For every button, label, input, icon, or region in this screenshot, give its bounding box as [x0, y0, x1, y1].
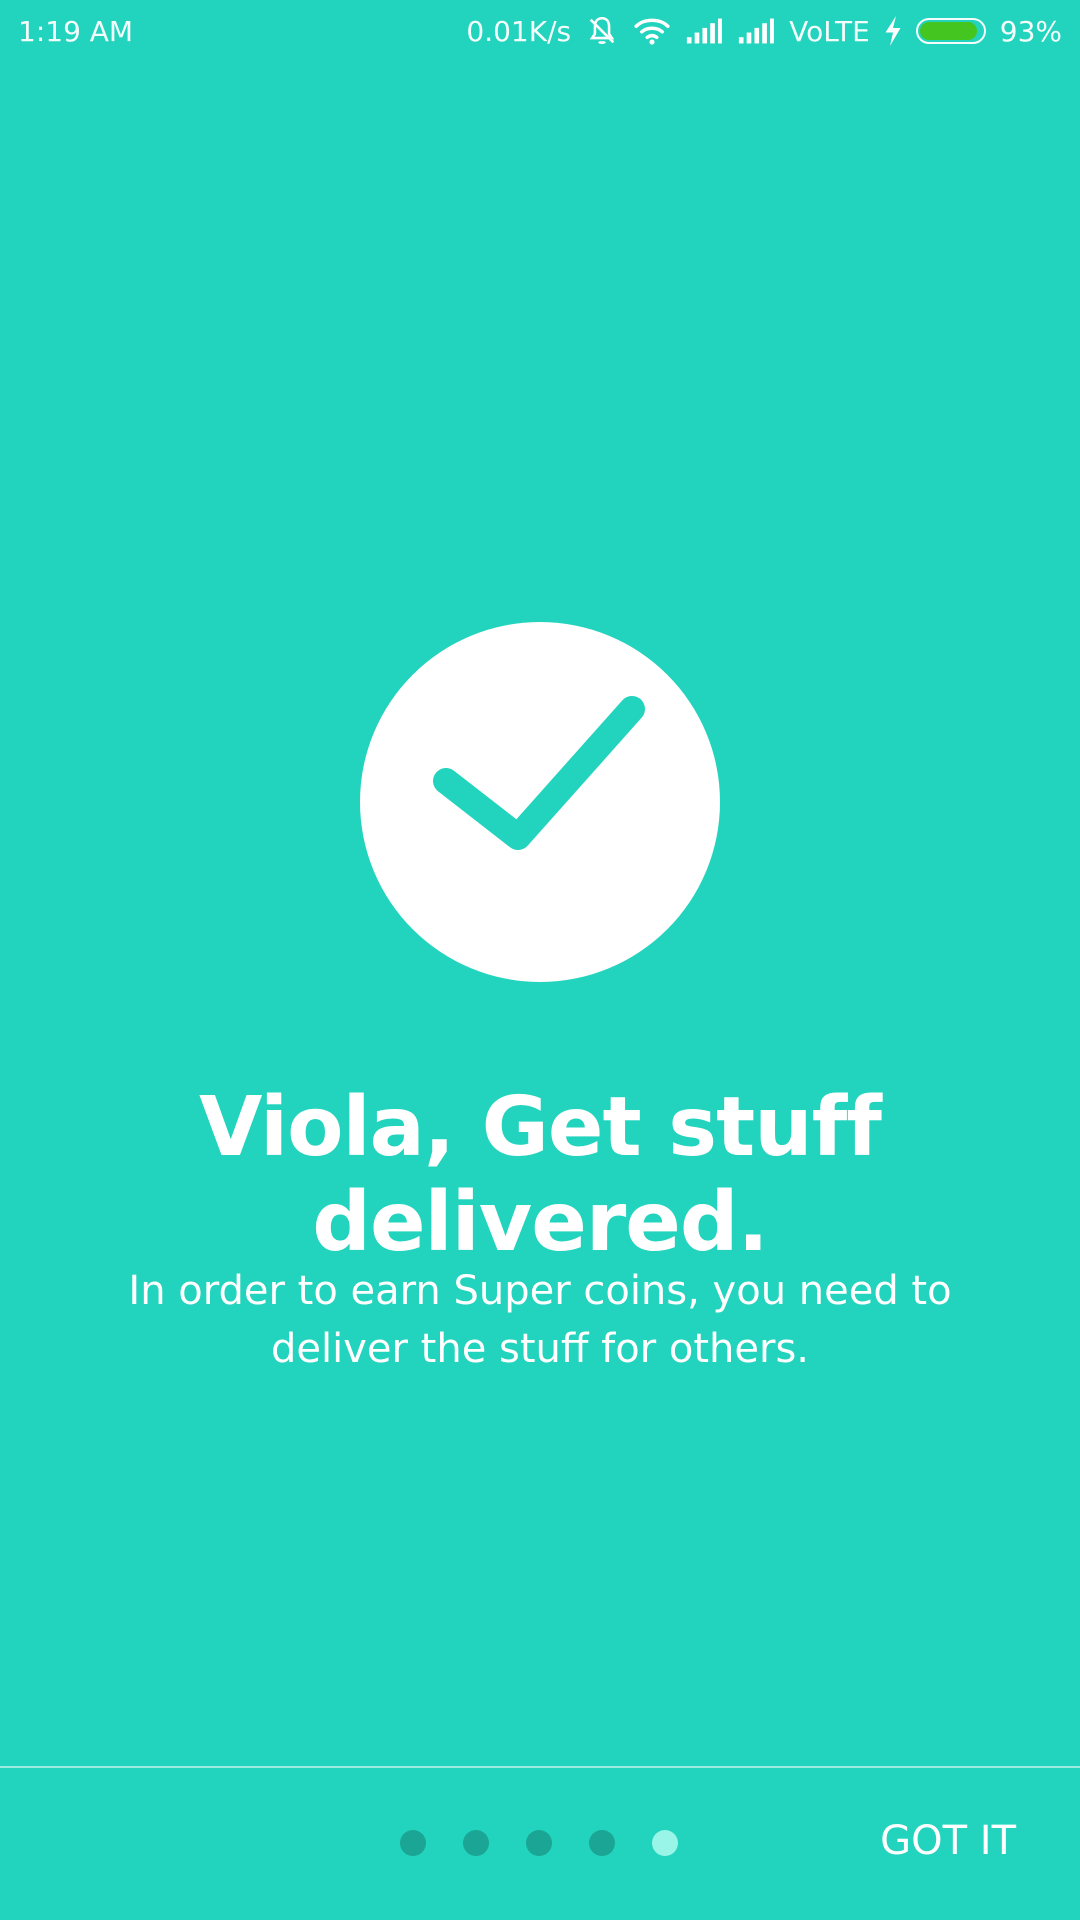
got-it-button[interactable]: GOT IT	[880, 1818, 1016, 1864]
page-dot	[463, 1830, 489, 1856]
success-badge	[360, 622, 720, 982]
carrier-tech: VoLTE	[789, 14, 870, 48]
wifi-icon	[633, 15, 671, 47]
battery-percent: 93%	[999, 14, 1062, 48]
signal-icon	[737, 17, 775, 45]
check-icon	[360, 620, 720, 984]
status-bar: 1:19 AM 0.01K/s VoLTE 93%	[0, 0, 1080, 62]
charging-icon	[884, 16, 902, 46]
page-dot	[400, 1830, 426, 1856]
mute-bell-icon	[585, 14, 619, 48]
onboarding-title: Viola, Get stuff delivered.	[198, 1080, 882, 1270]
status-time: 1:19 AM	[18, 14, 134, 48]
page-dot-active	[652, 1830, 678, 1856]
page-indicator	[400, 1830, 678, 1856]
onboarding-subtitle: In order to earn Super coins, you need t…	[128, 1268, 952, 1372]
page-dot	[589, 1830, 615, 1856]
divider	[0, 1766, 1080, 1768]
network-speed: 0.01K/s	[466, 14, 572, 48]
battery-icon	[915, 18, 986, 44]
battery-fill	[919, 22, 978, 40]
page-dot	[526, 1830, 552, 1856]
signal-icon	[685, 17, 723, 45]
